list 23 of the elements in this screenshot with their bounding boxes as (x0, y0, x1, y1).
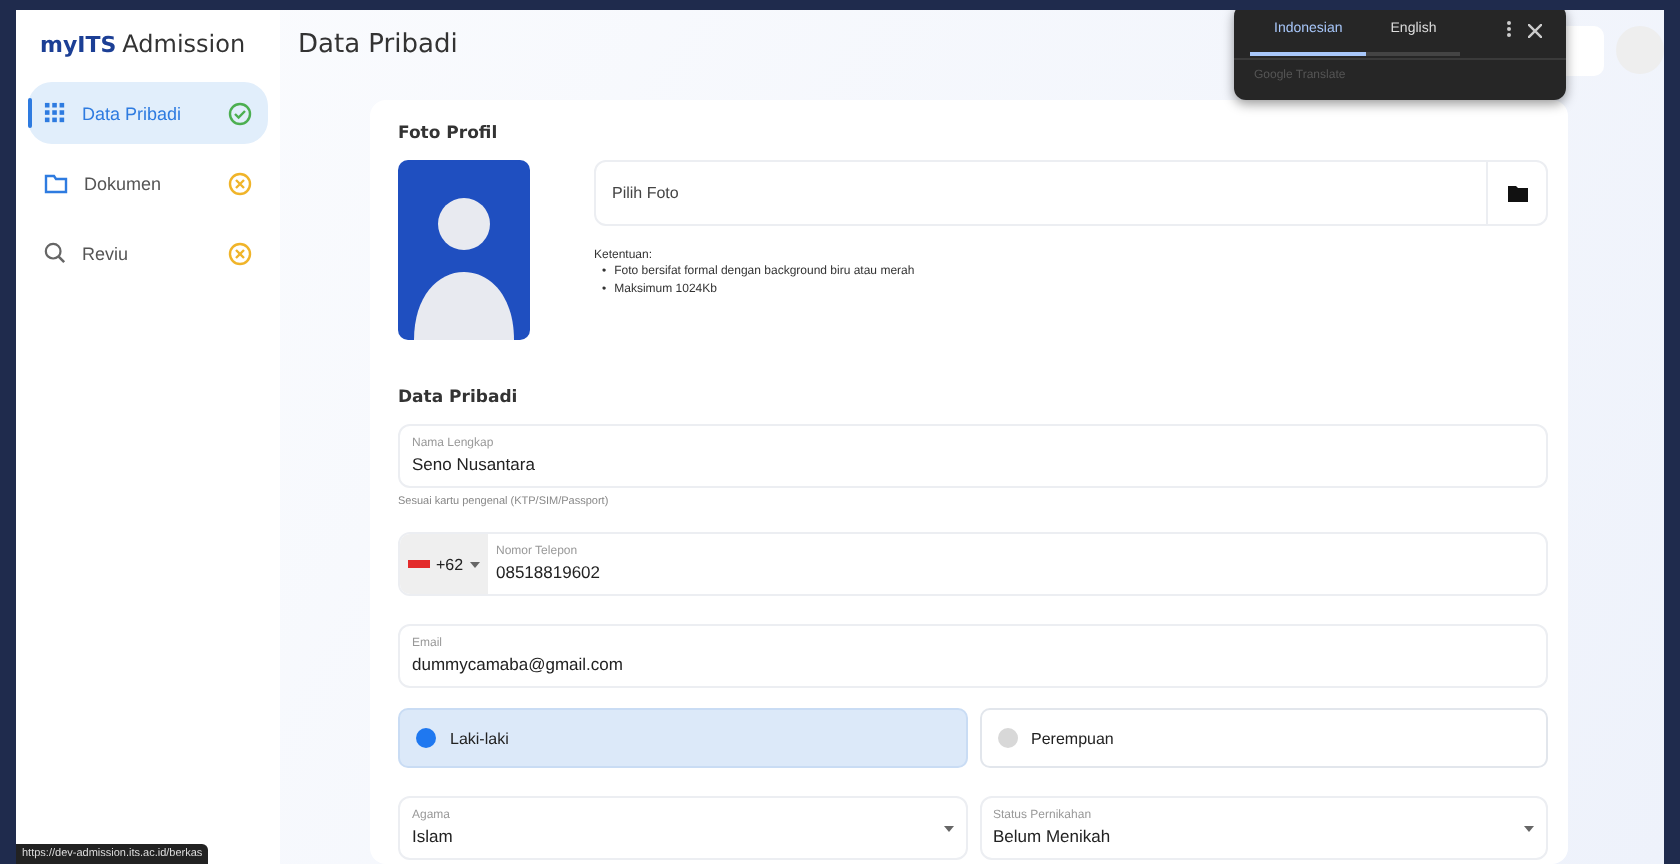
check-circle-icon (228, 101, 252, 125)
caret-icon (469, 561, 480, 567)
sidebar-item[interactable]: Dokumen (28, 152, 268, 214)
folder-icon (44, 173, 68, 193)
more-icon[interactable] (1506, 20, 1512, 38)
grid-icon (44, 102, 66, 124)
sidebar-item[interactable]: Reviu (28, 222, 268, 284)
caret-icon (943, 825, 953, 831)
close-icon[interactable] (1528, 23, 1542, 37)
magnifier-icon (44, 242, 66, 264)
flag-icon (408, 560, 430, 568)
gender-option[interactable]: Laki-laki (398, 708, 967, 768)
section-title: Data Pribadi (398, 388, 520, 408)
sidebar-item[interactable]: Data Pribadi (28, 82, 268, 144)
app-logo: myITS Admission (38, 30, 248, 62)
section-title: Foto Profil (398, 124, 500, 144)
x-circle-icon (228, 241, 252, 265)
x-circle-icon (228, 171, 252, 195)
folder-icon[interactable] (1507, 185, 1527, 201)
caret-icon (1524, 825, 1534, 831)
file-field[interactable]: Pilih Foto (594, 160, 1548, 226)
gender-option[interactable]: Perempuan (979, 708, 1548, 768)
page-title: Data Pribadi (298, 30, 458, 60)
